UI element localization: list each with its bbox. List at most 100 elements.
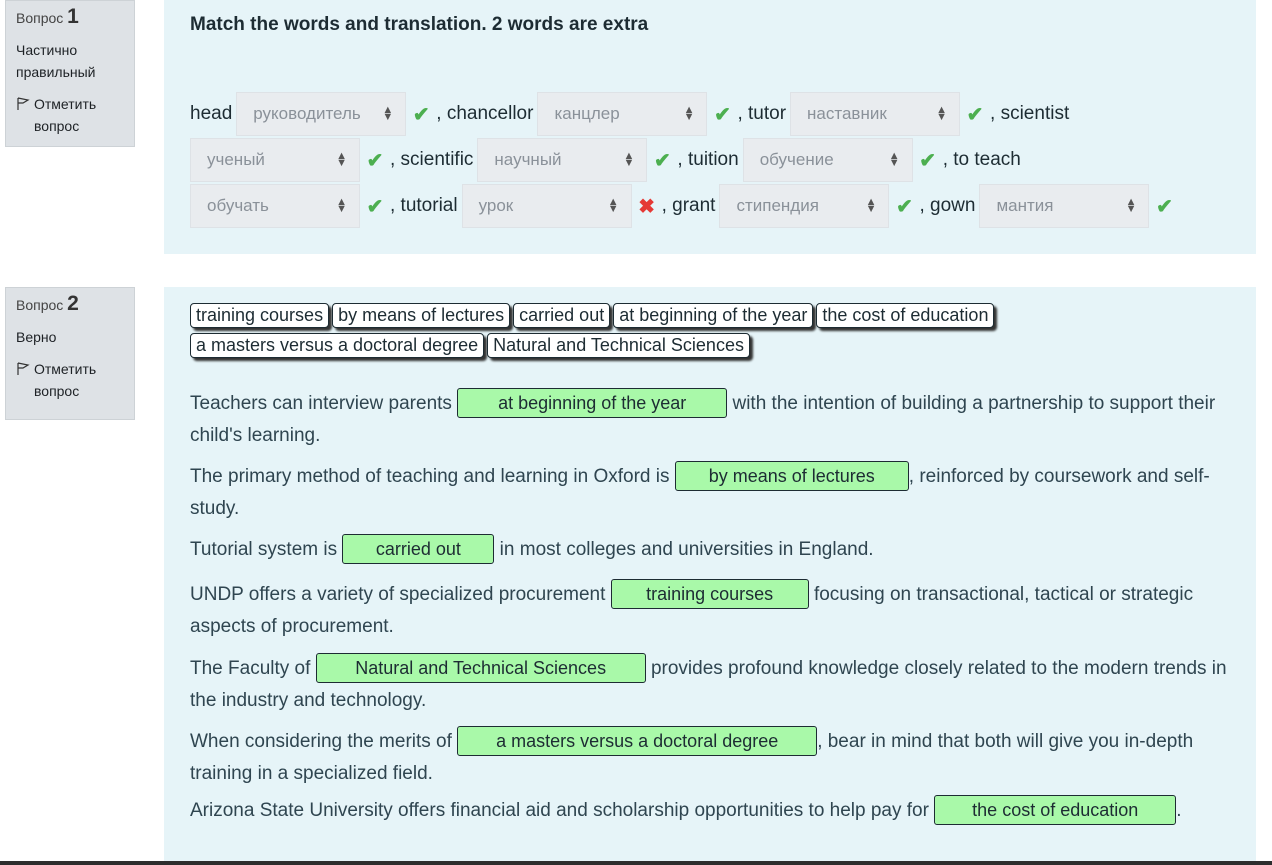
drag-choice[interactable]: at beginning of the year <box>613 303 814 328</box>
match-word: , grant <box>661 195 716 216</box>
answer-select-value: обучать <box>207 196 269 215</box>
flag-question-label: Отметить вопрос <box>34 96 97 134</box>
match-row: ученый ▲ ▼ ✔ , scientific научный ▲ ▼ ✔ , tuition… <box>190 138 1025 182</box>
match-row: обучать ▲ ▼ ✔, tutorial урок ▲ ▼ ✖, grant стипен… <box>190 184 1179 228</box>
check-icon: ✔ <box>919 149 937 172</box>
updown-arrow-icon: ▲ ▼ <box>607 196 619 215</box>
match-word: , scientist <box>990 103 1070 124</box>
answer-select[interactable]: обучение ▲ ▼ <box>742 138 913 182</box>
answer-select-value: научный <box>494 150 562 169</box>
drop-zone[interactable]: the cost of education <box>934 795 1177 825</box>
answer-select-value: мантия <box>996 196 1054 215</box>
drop-zone[interactable]: at beginning of the year <box>457 388 728 418</box>
sentence-text: The Faculty of <box>190 658 311 679</box>
sentence-text: The primary method of teaching and learn… <box>190 466 670 487</box>
match-word: , tutorial <box>390 195 458 216</box>
check-icon: ✔ <box>966 103 984 126</box>
answer-select-value: канцлер <box>554 104 620 123</box>
sentence-text: Arizona State University offers financia… <box>190 800 929 821</box>
answer-select-value: наставник <box>807 104 887 123</box>
updown-arrow-icon: ▲ ▼ <box>382 104 394 123</box>
check-icon: ✔ <box>896 195 913 218</box>
question-label: Вопрос <box>16 297 64 313</box>
answer-select[interactable]: урок ▲ ▼ <box>461 184 632 228</box>
sentence-text: Tutorial system is <box>190 539 338 560</box>
match-word: , gown <box>919 195 976 216</box>
sentence-text: Teachers can interview parents <box>190 393 452 414</box>
sentence-text: in most colleges and universities in Eng… <box>499 539 874 560</box>
updown-arrow-icon: ▲ ▼ <box>936 104 948 123</box>
drag-choices: training courses by means of lectures carr… <box>190 303 1210 363</box>
question-info-1: Вопрос 1 Частично правильный Отметить во… <box>5 0 135 147</box>
check-icon: ✔ <box>654 149 671 172</box>
match-word: head <box>190 103 233 124</box>
updown-arrow-icon: ▲ ▼ <box>865 196 877 215</box>
match-word: , scientific <box>390 149 474 170</box>
drop-zone[interactable]: Natural and Technical Sciences <box>315 653 646 683</box>
sentence-text: UNDP offers a variety of specialized pro… <box>190 584 606 605</box>
flag-question-link[interactable]: Отметить вопрос <box>16 93 124 137</box>
question-number: 2 <box>67 292 79 315</box>
flag-question-label: Отметить вопрос <box>34 361 97 399</box>
updown-arrow-icon: ▲ ▼ <box>1125 196 1137 215</box>
question-label: Вопрос <box>16 10 64 26</box>
sentence: The primary method of teaching and learn… <box>190 461 1230 525</box>
drag-choice[interactable]: Natural and Technical Sciences <box>487 333 750 358</box>
answer-select-value: стипендия <box>736 196 819 215</box>
sentence-text: When considering the merits of <box>190 731 452 752</box>
answer-select[interactable]: научный ▲ ▼ <box>477 138 648 182</box>
question-info-2: Вопрос 2 Верно Отметить вопрос <box>5 287 135 420</box>
sentence: When considering the merits of a masters… <box>190 726 1230 790</box>
answer-select[interactable]: наставник ▲ ▼ <box>790 92 961 136</box>
answer-select-value: обучение <box>759 150 834 169</box>
drag-choice[interactable]: by means of lectures <box>332 303 511 328</box>
sentence: Arizona State University offers financia… <box>190 795 1230 827</box>
updown-arrow-icon: ▲ ▼ <box>683 104 695 123</box>
sentence: Tutorial system is carried out in most c… <box>190 534 1230 566</box>
match-word: , tuition <box>677 149 739 170</box>
check-icon: ✔ <box>366 149 384 172</box>
drop-zone[interactable]: training courses <box>610 579 809 609</box>
answer-select[interactable]: канцлер ▲ ▼ <box>537 92 708 136</box>
answer-select-value: урок <box>478 196 514 215</box>
match-word: , chancellor <box>436 103 534 124</box>
answer-select[interactable]: обучать ▲ ▼ <box>190 184 360 228</box>
sentence: The Faculty of Natural and Technical Sci… <box>190 653 1230 717</box>
updown-arrow-icon: ▲ ▼ <box>336 196 347 215</box>
question-content-2: training courses by means of lectures carr… <box>164 287 1256 865</box>
match-word: , tutor <box>737 103 787 124</box>
match-row: head руководитель ▲ ▼ ✔ , chancellor канцлер ▲ ▼… <box>190 92 1073 136</box>
updown-arrow-icon: ▲ ▼ <box>623 150 635 169</box>
drop-zone[interactable]: a masters versus a doctoral degree <box>457 726 818 756</box>
question-state: Частично правильный <box>16 42 96 80</box>
match-word: , to teach <box>942 149 1021 170</box>
updown-arrow-icon: ▲ ▼ <box>888 150 900 169</box>
check-icon: ✔ <box>714 103 731 126</box>
answer-select-value: ученый <box>207 150 265 169</box>
sentence: Teachers can interview parents at beginn… <box>190 388 1230 452</box>
flag-question-link[interactable]: Отметить вопрос <box>16 358 124 402</box>
flag-icon <box>17 97 30 110</box>
cross-icon: ✖ <box>638 195 655 218</box>
drop-zone[interactable]: carried out <box>342 534 495 564</box>
answer-select[interactable]: руководитель ▲ ▼ <box>236 92 407 136</box>
check-icon: ✔ <box>366 195 384 218</box>
question-title: Match the words and translation. 2 words… <box>190 14 649 35</box>
sentence: UNDP offers a variety of specialized pro… <box>190 579 1230 643</box>
updown-arrow-icon: ▲ ▼ <box>336 150 347 169</box>
drag-choice[interactable]: carried out <box>513 303 611 328</box>
check-icon: ✔ <box>412 103 430 126</box>
answer-select[interactable]: ученый ▲ ▼ <box>190 138 360 182</box>
drop-zone[interactable]: by means of lectures <box>674 461 909 491</box>
sentence-text: . <box>1176 800 1182 821</box>
answer-select[interactable]: мантия ▲ ▼ <box>979 184 1150 228</box>
drag-choice[interactable]: the cost of education <box>816 303 995 328</box>
question-number: 1 <box>67 5 79 28</box>
check-icon: ✔ <box>1156 195 1173 218</box>
answer-select-value: руководитель <box>253 104 361 123</box>
drag-choice[interactable]: training courses <box>190 303 330 328</box>
bottom-edge <box>0 861 1272 865</box>
flag-icon <box>17 362 30 375</box>
drag-choice[interactable]: a masters versus a doctoral degree <box>190 333 485 358</box>
answer-select[interactable]: стипендия ▲ ▼ <box>719 184 890 228</box>
